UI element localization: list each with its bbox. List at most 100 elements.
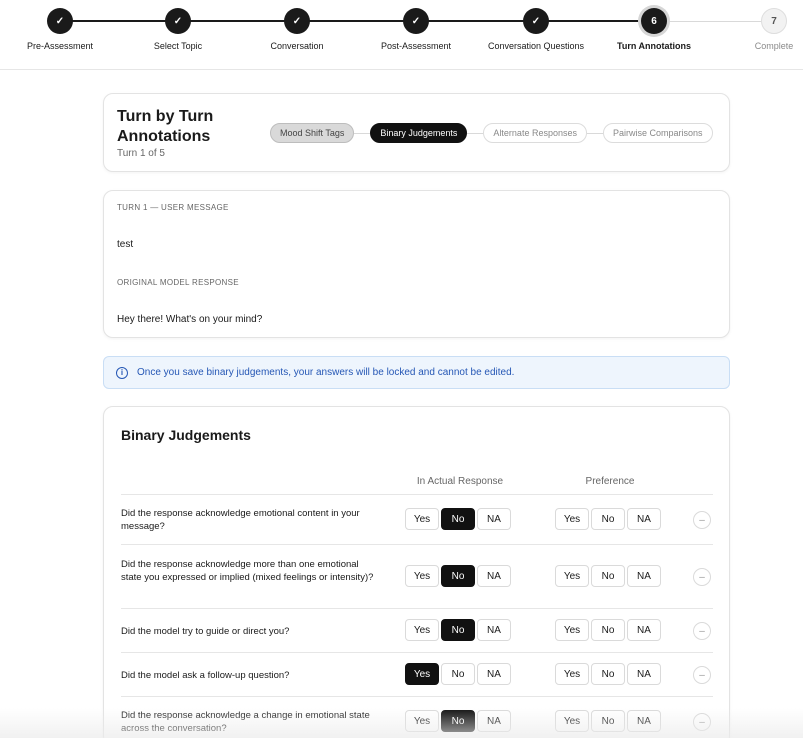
turn-header-card: Turn by Turn Annotations Turn 1 of 5 Moo… xyxy=(103,93,730,172)
option-na-button[interactable]: NA xyxy=(627,619,661,641)
notice-text: Once you save binary judgements, your an… xyxy=(137,367,515,378)
info-icon: i xyxy=(116,366,128,379)
step-select-topic[interactable]: ✓ Select Topic xyxy=(123,8,233,51)
option-no-button[interactable]: No xyxy=(591,565,625,587)
judgement-question: Did the response acknowledge emotional c… xyxy=(121,508,360,532)
option-no-button[interactable]: No xyxy=(441,710,475,732)
lock-notice: i Once you save binary judgements, your … xyxy=(103,356,730,389)
option-yes-button[interactable]: Yes xyxy=(405,619,439,641)
page-title: Turn by Turn Annotations xyxy=(117,108,214,145)
step-complete[interactable]: 7 Complete xyxy=(719,8,803,51)
judgement-row: Did the response acknowledge more than o… xyxy=(121,545,713,609)
option-yes-button[interactable]: Yes xyxy=(555,663,589,685)
option-yes-button[interactable]: Yes xyxy=(555,565,589,587)
option-na-button[interactable]: NA xyxy=(627,710,661,732)
option-na-button[interactable]: NA xyxy=(627,565,661,587)
option-no-button[interactable]: No xyxy=(591,619,625,641)
judgement-question: Did the model ask a follow-up question? xyxy=(121,670,290,681)
pill-binary-judgements[interactable]: Binary Judgements xyxy=(370,123,468,143)
step-label: Post-Assessment xyxy=(380,41,452,51)
option-yes-button[interactable]: Yes xyxy=(555,508,589,530)
judgement-question: Did the response acknowledge more than o… xyxy=(121,559,374,583)
option-no-button[interactable]: No xyxy=(441,565,475,587)
step-turn-annotations[interactable]: 6 Turn Annotations xyxy=(599,8,709,51)
option-no-button[interactable]: No xyxy=(441,508,475,530)
binary-judgements-card: Binary Judgements In Actual Response Pre… xyxy=(103,406,730,738)
check-icon: ✓ xyxy=(284,8,310,34)
preference-toggle: Yes No NA xyxy=(555,619,663,641)
option-yes-button[interactable]: Yes xyxy=(555,619,589,641)
step-post-assessment[interactable]: ✓ Post-Assessment xyxy=(361,8,471,51)
option-no-button[interactable]: No xyxy=(441,663,475,685)
clear-icon[interactable]: – xyxy=(693,568,711,586)
sub-step-pills: Mood Shift Tags Binary Judgements Altern… xyxy=(270,123,713,143)
option-no-button[interactable]: No xyxy=(591,508,625,530)
judgement-question: Did the response acknowledge a change in… xyxy=(121,710,370,734)
pill-connector xyxy=(354,132,371,134)
step-number: 7 xyxy=(761,8,787,34)
option-no-button[interactable]: No xyxy=(591,663,625,685)
clear-icon[interactable]: – xyxy=(693,511,711,529)
judgement-row: Did the model try to guide or direct you… xyxy=(121,609,713,653)
option-na-button[interactable]: NA xyxy=(477,619,511,641)
check-icon: ✓ xyxy=(523,8,549,34)
preference-toggle: Yes No NA xyxy=(555,508,663,530)
option-yes-button[interactable]: Yes xyxy=(405,663,439,685)
clear-icon[interactable]: – xyxy=(693,666,711,684)
check-icon: ✓ xyxy=(47,8,73,34)
pill-mood-shift-tags[interactable]: Mood Shift Tags xyxy=(270,123,355,143)
option-na-button[interactable]: NA xyxy=(477,663,511,685)
actual-response-toggle: Yes No NA xyxy=(405,663,513,685)
step-conversation-questions[interactable]: ✓ Conversation Questions xyxy=(481,8,591,51)
column-header-preference: Preference xyxy=(585,476,635,487)
step-label: Conversation xyxy=(270,41,324,51)
section-title: Binary Judgements xyxy=(121,427,251,443)
model-response-text: Hey there! What's on your mind? xyxy=(117,314,263,325)
step-label: Conversation Questions xyxy=(487,41,585,51)
preference-toggle: Yes No NA xyxy=(555,710,663,732)
step-label: Pre-Assessment xyxy=(26,41,94,51)
model-response-label: ORIGINAL MODEL RESPONSE xyxy=(117,278,239,287)
option-no-button[interactable]: No xyxy=(591,710,625,732)
step-label: Complete xyxy=(754,41,794,51)
turn-counter: Turn 1 of 5 xyxy=(117,148,165,159)
option-no-button[interactable]: No xyxy=(441,619,475,641)
option-na-button[interactable]: NA xyxy=(477,565,511,587)
pill-pairwise-comparisons[interactable]: Pairwise Comparisons xyxy=(602,123,713,143)
check-icon: ✓ xyxy=(165,8,191,34)
step-pre-assessment[interactable]: ✓ Pre-Assessment xyxy=(5,8,115,51)
judgement-row: Did the response acknowledge a change in… xyxy=(121,697,713,738)
step-label: Select Topic xyxy=(153,41,203,51)
judgement-row: Did the model ask a follow-up question? Y… xyxy=(121,653,713,697)
option-na-button[interactable]: NA xyxy=(627,508,661,530)
judgement-question: Did the model try to guide or direct you… xyxy=(121,626,290,637)
check-icon: ✓ xyxy=(403,8,429,34)
judgement-row: Did the response acknowledge emotional c… xyxy=(121,495,713,545)
progress-stepper: ✓ Pre-Assessment ✓ Select Topic ✓ Conver… xyxy=(0,0,803,70)
pill-connector xyxy=(586,132,603,134)
option-na-button[interactable]: NA xyxy=(477,508,511,530)
option-yes-button[interactable]: Yes xyxy=(405,710,439,732)
user-message-label: TURN 1 — USER MESSAGE xyxy=(117,203,229,212)
actual-response-toggle: Yes No NA xyxy=(405,619,513,641)
step-conversation[interactable]: ✓ Conversation xyxy=(242,8,352,51)
preference-toggle: Yes No NA xyxy=(555,565,663,587)
clear-icon[interactable]: – xyxy=(693,622,711,640)
user-message-text: test xyxy=(117,239,134,250)
pill-connector xyxy=(467,132,484,134)
turn-message-card: TURN 1 — USER MESSAGE test ORIGINAL MODE… xyxy=(103,190,730,338)
option-yes-button[interactable]: Yes xyxy=(555,710,589,732)
step-label: Turn Annotations xyxy=(617,41,691,51)
option-yes-button[interactable]: Yes xyxy=(405,508,439,530)
column-header-actual: In Actual Response xyxy=(416,476,504,487)
clear-icon[interactable]: – xyxy=(693,713,711,731)
step-number: 6 xyxy=(641,8,667,34)
actual-response-toggle: Yes No NA xyxy=(405,565,513,587)
actual-response-toggle: Yes No NA xyxy=(405,710,513,732)
option-yes-button[interactable]: Yes xyxy=(405,565,439,587)
pill-alternate-responses[interactable]: Alternate Responses xyxy=(483,123,587,143)
option-na-button[interactable]: NA xyxy=(477,710,511,732)
preference-toggle: Yes No NA xyxy=(555,663,663,685)
actual-response-toggle: Yes No NA xyxy=(405,508,513,530)
option-na-button[interactable]: NA xyxy=(627,663,661,685)
